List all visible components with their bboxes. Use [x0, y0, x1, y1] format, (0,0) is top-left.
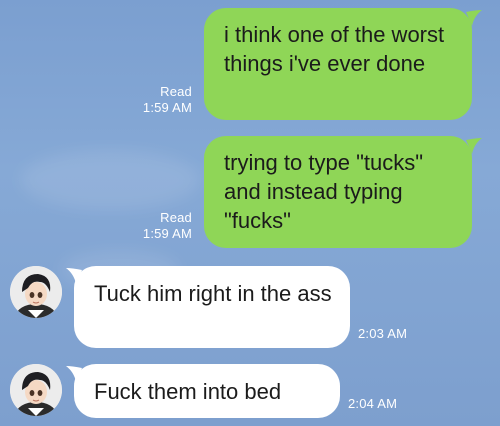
message-text: i think one of the worst things i've eve… [224, 22, 445, 76]
message-bubble[interactable]: trying to type "tucks" and instead typin… [204, 136, 472, 248]
message-text: trying to type "tucks" and instead typin… [224, 150, 424, 233]
message-timestamp: 1:59 AM [142, 226, 192, 241]
background-cloud [20, 150, 200, 210]
message-bubble[interactable]: i think one of the worst things i've eve… [204, 8, 472, 120]
read-receipt: Read 1:59 AM [120, 84, 192, 116]
message-text: Fuck them into bed [94, 379, 282, 404]
message-timestamp: 2:03 AM [358, 326, 408, 341]
message-text: Tuck him right in the ass [94, 281, 332, 306]
read-label: Read [160, 84, 192, 99]
read-label: Read [160, 210, 192, 225]
sender-avatar[interactable] [10, 364, 62, 416]
read-receipt: Read 1:59 AM [120, 210, 192, 242]
message-timestamp: 1:59 AM [142, 100, 192, 115]
message-bubble[interactable]: Fuck them into bed [74, 364, 340, 418]
message-timestamp: 2:04 AM [348, 396, 398, 411]
avatar-anime-figure-icon [10, 364, 62, 416]
avatar-anime-figure-icon [10, 266, 62, 318]
bubble-tail [466, 10, 482, 26]
message-bubble[interactable]: Tuck him right in the ass [74, 266, 350, 348]
bubble-tail [466, 138, 482, 154]
sender-avatar[interactable] [10, 266, 62, 318]
